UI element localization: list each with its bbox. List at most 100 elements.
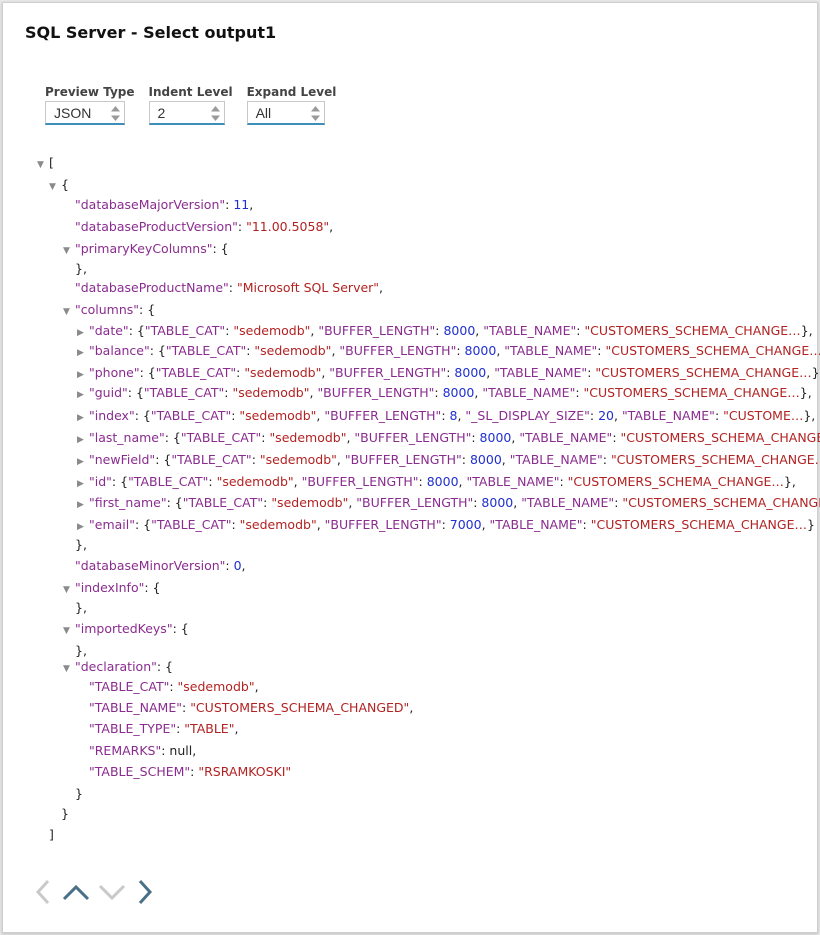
- json-string: "Microsoft SQL Server": [236, 280, 380, 295]
- json-string: "TABLE": [184, 721, 235, 736]
- json-string: "sedemodb": [177, 679, 255, 694]
- json-key: "newField": [89, 452, 156, 467]
- chevron-left-icon[interactable]: [33, 878, 53, 906]
- json-key: "TABLE_NAME": [519, 430, 613, 445]
- json-line: }: [75, 783, 83, 805]
- json-key: "databaseMajorVersion": [75, 197, 226, 212]
- json-key: "BUFFER_LENGTH": [344, 452, 462, 467]
- expand-toggle-icon[interactable]: ▶: [77, 342, 89, 364]
- indent-level-control: Indent Level 2: [148, 84, 233, 125]
- chevron-up-icon[interactable]: [61, 878, 91, 906]
- json-key: "TABLE_CAT": [128, 474, 209, 489]
- json-punctuation: :: [582, 517, 591, 532]
- json-punctuation: }: [806, 517, 815, 532]
- preview-type-control: Preview Type JSON: [45, 84, 135, 125]
- json-line: ▶ "newField": {"TABLE_CAT": "sedemodb", "…: [77, 449, 820, 471]
- indent-level-value: 2: [157, 105, 166, 121]
- json-key: "columns": [75, 302, 140, 317]
- json-line: "TABLE_TYPE": "TABLE",: [89, 718, 238, 740]
- collapse-toggle-icon[interactable]: ▼: [37, 154, 49, 176]
- json-line: ▶ "id": {"TABLE_CAT": "sedemodb", "BUFFER…: [77, 471, 796, 493]
- json-line: ▼[: [37, 152, 54, 174]
- json-punctuation: :: [182, 700, 191, 715]
- json-punctuation: ,: [234, 721, 239, 736]
- json-line: ▶ "last_name": {"TABLE_CAT": "sedemodb", …: [77, 427, 820, 449]
- json-number: 8000: [426, 474, 459, 489]
- json-punctuation: : {: [128, 323, 145, 338]
- expand-level-control: Expand Level All: [246, 84, 336, 125]
- json-key: "date": [89, 323, 129, 338]
- json-number: 8000: [454, 365, 487, 380]
- json-string: "sedemodb": [233, 323, 311, 338]
- expand-level-value: All: [255, 105, 272, 121]
- expand-toggle-icon[interactable]: ▶: [77, 451, 89, 473]
- json-string: "CUSTOMERS_SCHEMA_CHANGE…: [590, 517, 807, 532]
- json-punctuation: ]: [49, 827, 54, 842]
- json-punctuation: :: [441, 408, 450, 423]
- json-punctuation: : {: [134, 517, 152, 532]
- json-key: "indexInfo": [75, 580, 145, 595]
- collapse-toggle-icon[interactable]: ▼: [63, 579, 75, 601]
- collapse-toggle-icon[interactable]: ▼: [63, 620, 75, 642]
- json-key: "first_name": [89, 495, 167, 510]
- json-punctuation: }: [61, 806, 69, 821]
- json-key: "TABLE_SCHEM": [89, 764, 191, 779]
- collapse-toggle-icon[interactable]: ▼: [63, 301, 75, 323]
- json-line: "TABLE_NAME": "CUSTOMERS_SCHEMA_CHANGED"…: [89, 697, 413, 719]
- json-punctuation: : {: [172, 621, 189, 636]
- json-key: "TABLE_NAME": [621, 408, 715, 423]
- collapse-toggle-icon[interactable]: ▼: [63, 658, 75, 680]
- indent-level-label: Indent Level: [148, 85, 233, 99]
- json-line: "REMARKS": null,: [89, 740, 196, 762]
- json-key: "phone": [89, 365, 140, 380]
- json-line: ▶ "balance": {"TABLE_CAT": "sedemodb", "B…: [77, 340, 820, 362]
- json-key: "TABLE_CAT": [150, 408, 232, 423]
- expand-toggle-icon[interactable]: ▶: [77, 407, 89, 429]
- json-punctuation: :: [418, 474, 427, 489]
- json-key: "declaration": [75, 659, 157, 674]
- json-line: ▼ "importedKeys": {: [63, 618, 189, 640]
- json-number: 0: [233, 558, 242, 573]
- chevron-right-icon[interactable]: [135, 878, 155, 906]
- json-punctuation: ,: [316, 517, 325, 532]
- json-line: }: [61, 803, 69, 825]
- json-key: "id": [89, 474, 112, 489]
- json-punctuation: : {: [156, 659, 174, 674]
- json-punctuation: },: [75, 261, 87, 276]
- json-punctuation: },: [75, 537, 87, 552]
- json-key: "TABLE_CAT": [165, 343, 247, 358]
- json-punctuation: ,: [513, 495, 522, 510]
- preview-controls: Preview Type JSON Indent Level 2 Expand …: [45, 84, 350, 125]
- json-punctuation: :: [208, 474, 217, 489]
- preview-type-label: Preview Type: [45, 85, 135, 99]
- json-line: "TABLE_CAT": "sedemodb",: [89, 676, 259, 698]
- json-punctuation: : {: [164, 430, 181, 445]
- json-number: 8000: [442, 385, 475, 400]
- json-punctuation: : {: [149, 343, 166, 358]
- collapse-toggle-icon[interactable]: ▼: [49, 176, 61, 198]
- json-string: "sedemodb": [259, 452, 337, 467]
- expand-toggle-icon[interactable]: ▶: [77, 494, 89, 516]
- json-punctuation: :: [602, 452, 611, 467]
- json-line: "databaseMinorVersion": 0,: [75, 555, 246, 577]
- json-number: 7000: [449, 517, 482, 532]
- indent-level-select[interactable]: 2: [148, 101, 225, 125]
- json-punctuation: :: [231, 517, 240, 532]
- collapse-toggle-icon[interactable]: ▼: [63, 240, 75, 262]
- expand-level-select[interactable]: All: [246, 101, 325, 125]
- expand-toggle-icon[interactable]: ▶: [77, 384, 89, 406]
- chevron-down-icon[interactable]: [97, 878, 127, 906]
- json-key: "TABLE_NAME": [482, 385, 576, 400]
- json-string: "CUSTOME…: [723, 408, 804, 423]
- json-string: "sedemodb": [244, 365, 322, 380]
- json-key: "importedKeys": [75, 621, 173, 636]
- expand-toggle-icon[interactable]: ▶: [77, 429, 89, 451]
- json-line: ▶ "index": {"TABLE_CAT": "sedemodb", "BUF…: [77, 405, 815, 427]
- json-string: "CUSTOMERS_SCHEMA_CHANGE…: [583, 385, 800, 400]
- json-punctuation: },: [783, 474, 796, 489]
- json-key: "TABLE_CAT": [144, 323, 226, 338]
- json-punctuation: },: [800, 323, 813, 338]
- json-line: ▼{: [49, 174, 69, 196]
- dialog-title: SQL Server - Select output1: [25, 23, 277, 42]
- preview-type-select[interactable]: JSON: [45, 101, 125, 125]
